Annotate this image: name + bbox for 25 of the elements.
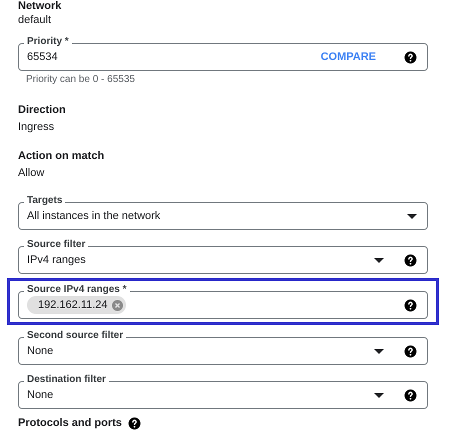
field-value: default bbox=[18, 14, 52, 27]
section-heading: Protocols and ports bbox=[18, 417, 122, 430]
dropdown-caret-icon[interactable] bbox=[374, 258, 384, 262]
field-label: Priority * bbox=[24, 36, 72, 48]
dropdown-caret-icon[interactable] bbox=[374, 348, 384, 354]
remove-icon[interactable] bbox=[112, 300, 123, 310]
helper-text: Priority can be 0 - 65535 bbox=[26, 74, 136, 86]
help-icon[interactable] bbox=[404, 254, 417, 266]
dropdown-caret-icon[interactable] bbox=[407, 214, 417, 218]
field-value: Allow bbox=[18, 167, 46, 180]
field-label: Action on match bbox=[18, 150, 106, 163]
field-value: Ingress bbox=[18, 121, 56, 134]
field-label: Targets bbox=[24, 195, 66, 207]
help-icon[interactable] bbox=[128, 417, 141, 430]
dropdown-caret-icon[interactable] bbox=[374, 392, 384, 398]
help-icon[interactable] bbox=[404, 388, 417, 402]
ip-chip[interactable]: 192.162.11.24 bbox=[27, 296, 126, 314]
compare-button[interactable]: COMPARE bbox=[320, 48, 376, 66]
help-icon[interactable] bbox=[404, 50, 417, 64]
help-icon[interactable] bbox=[404, 344, 417, 358]
help-icon[interactable] bbox=[404, 298, 417, 312]
field-label: Source IPv4 ranges * bbox=[24, 284, 130, 296]
dropdown-field[interactable]: IPv4 ranges bbox=[18, 246, 428, 274]
field-label: Network bbox=[18, 0, 62, 12]
field-label: Direction bbox=[18, 104, 67, 117]
